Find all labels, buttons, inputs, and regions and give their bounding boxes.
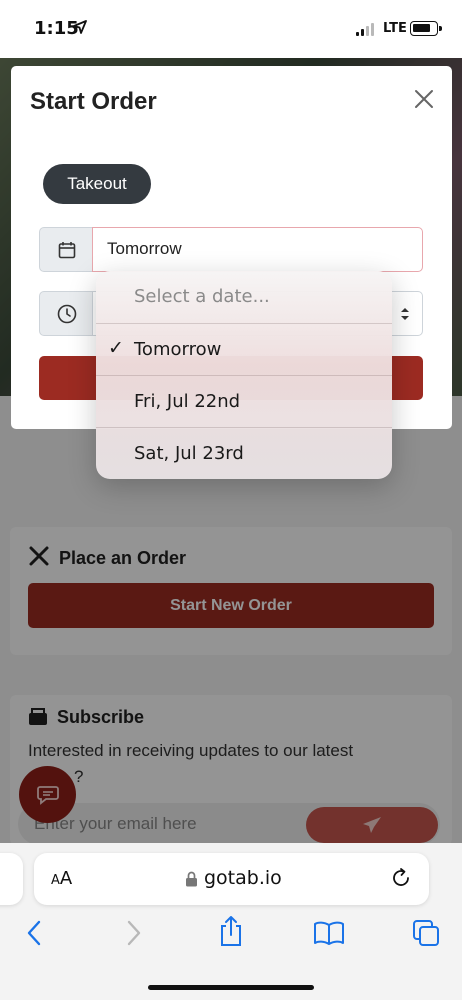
date-option-label: Tomorrow [134,339,222,360]
lock-icon [186,871,197,887]
date-option-label: Sat, Jul 23rd [134,443,244,464]
modal-title: Start Order [30,88,157,115]
clock-icon [57,304,77,323]
signal-icon [356,23,374,36]
date-placeholder-label: Select a date... [134,286,270,307]
browser-toolbar: AA gotab.io [0,843,462,1000]
close-icon[interactable] [413,88,435,110]
date-option-label: Fri, Jul 22nd [134,391,241,412]
back-icon[interactable] [25,919,43,947]
date-option-placeholder: Select a date... [96,271,392,323]
calendar-icon [58,241,76,258]
tabs-icon[interactable] [412,919,440,947]
date-option[interactable]: Sat, Jul 23rd [96,428,392,479]
date-select-value: Tomorrow [107,239,182,258]
checkmark-icon: ✓ [108,337,124,359]
date-addon [39,227,95,272]
battery-icon [410,21,442,36]
select-arrows-icon [401,308,409,320]
date-select[interactable]: Tomorrow [92,227,423,272]
address-bar[interactable]: AA gotab.io [34,853,429,905]
share-icon[interactable] [218,915,244,947]
status-bar: 1:15 LTE [0,0,462,58]
forward-icon[interactable] [125,919,143,947]
date-option[interactable]: ✓ Tomorrow [96,324,392,376]
reload-icon[interactable] [390,867,412,889]
date-option[interactable]: Fri, Jul 22nd [96,376,392,428]
date-picker-popup: Select a date... ✓ Tomorrow Fri, Jul 22n… [96,271,392,479]
bookmarks-icon[interactable] [313,921,345,945]
home-indicator [148,985,314,990]
url-domain: gotab.io [204,867,282,889]
network-label: LTE [383,21,407,36]
previous-tab-preview[interactable] [0,853,23,905]
text-size-button[interactable]: AA [51,868,72,889]
location-arrow-icon [73,20,87,34]
time-addon [39,291,95,336]
order-type-takeout[interactable]: Takeout [43,164,151,204]
